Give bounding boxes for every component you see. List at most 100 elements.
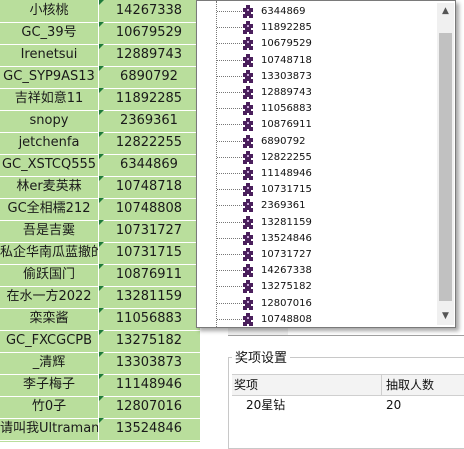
tree-item[interactable]: 10748808 [197,311,433,327]
name-cell[interactable]: 小核桃 [0,0,99,22]
id-cell[interactable]: 6890792 [99,66,199,88]
prize-cell[interactable]: 20星钻 [246,396,285,414]
id-cell[interactable]: 10876911 [99,264,199,286]
id-cell[interactable]: 10731715 [99,242,199,264]
puzzle-piece-icon [241,312,255,327]
tree-item-label: 13303873 [261,70,312,82]
id-cell[interactable]: 13275182 [99,330,199,352]
column-separator[interactable] [381,375,382,395]
name-cell[interactable]: 吉祥如意11 [0,88,99,110]
number-as-text-indicator-icon [99,110,104,115]
scroll-up-arrow-icon[interactable]: ▲ [437,3,454,20]
tree-item[interactable]: 2369361 [197,197,433,214]
number-as-text-indicator-icon [99,132,104,137]
name-cell[interactable]: 偷跃国门 [0,264,99,286]
tree-item[interactable]: 11056883 [197,100,433,117]
sheet-row: GC_FXCGCPB 13275182 [0,330,206,353]
tree-item[interactable]: 11148946 [197,165,433,182]
tree-connector [217,205,242,207]
sheet-row: GC_39号 10679529 [0,22,206,45]
tree-item[interactable]: 10876911 [197,116,433,133]
tree-item[interactable]: 12822255 [197,149,433,166]
id-cell[interactable]: 6344869 [99,154,199,176]
tree-item[interactable]: 11892285 [197,19,433,36]
tree-item[interactable]: 13524846 [197,230,433,247]
tree-item[interactable]: 6344869 [197,3,433,20]
tree-item-label: 10748808 [261,313,312,325]
count-cell[interactable]: 20 [386,396,401,414]
tree-connector [217,108,242,110]
tree-item[interactable]: 13275182 [197,278,433,295]
number-as-text-indicator-icon [99,22,104,27]
name-cell[interactable]: 请叫我Ultraman [0,418,99,440]
number-as-text-indicator-icon [99,396,104,401]
tree-item[interactable]: 12807016 [197,295,433,312]
tree-connector [217,173,242,174]
id-cell[interactable]: 12822255 [99,132,199,154]
sheet-row: 吾是吉霙 10731727 [0,220,206,243]
scrollbar-thumb[interactable] [439,33,452,301]
scroll-down-arrow-icon[interactable]: ▼ [437,308,454,325]
name-cell[interactable]: 栾栾酱 [0,308,99,330]
tree-item[interactable]: 10731715 [197,181,433,198]
name-cell[interactable]: GC_FXCGCPB [0,330,99,352]
name-cell[interactable]: 竹0子 [0,396,99,418]
name-cell[interactable]: jetchenfa [0,132,99,154]
tree-item[interactable]: 12889743 [197,84,433,101]
vertical-scrollbar[interactable]: ▲ ▼ [437,3,454,325]
tree-connector [217,254,242,255]
id-cell[interactable]: 11892285 [99,88,199,110]
tree-item[interactable]: 10731727 [197,246,433,263]
tree-item[interactable]: 10748718 [197,52,433,69]
dropdown-tree-list[interactable]: 6344869 11892285 10679529 10748718 13303873 1… [196,0,456,328]
name-cell[interactable]: GC_39号 [0,22,99,44]
id-cell[interactable]: 12889743 [99,44,199,66]
id-cell[interactable]: 14267338 [99,0,199,22]
name-cell[interactable]: 李子梅子 [0,374,99,396]
name-cell[interactable]: GC_SYP9AS13 [0,66,99,88]
number-as-text-indicator-icon [99,242,104,247]
count-column-header[interactable]: 抽取人数 [386,375,464,395]
tree-item-label: 10679529 [261,38,312,50]
id-cell[interactable]: 10731727 [99,220,199,242]
number-as-text-indicator-icon [99,198,104,203]
name-cell[interactable]: 吾是吉霙 [0,220,99,242]
tree-item[interactable]: 10679529 [197,35,433,52]
puzzle-piece-icon [241,117,255,132]
id-cell[interactable]: 10748808 [99,198,199,220]
tree-item[interactable]: 13281159 [197,214,433,231]
tree-connector [217,124,242,126]
puzzle-piece-icon [241,198,255,213]
tree-connector [217,237,242,239]
tree-item[interactable]: 14267338 [197,262,433,279]
number-as-text-indicator-icon [99,418,104,423]
tree-item-label: 10748718 [261,54,312,66]
prize-column-header[interactable]: 奖项 [234,375,384,395]
puzzle-piece-icon [241,101,255,116]
name-cell[interactable]: _清辉 [0,352,99,374]
name-cell[interactable]: snopy [0,110,99,132]
tree-view[interactable]: 6344869 11892285 10679529 10748718 13303873 1… [197,1,433,327]
name-cell[interactable]: Irenetsui [0,44,99,66]
id-cell[interactable]: 11056883 [99,308,199,330]
id-cell[interactable]: 13524846 [99,418,199,440]
tree-item[interactable]: 6890792 [197,133,433,150]
name-cell[interactable]: GC全相檽212 [0,198,99,220]
tree-connector [217,11,242,12]
tree-item[interactable]: 13303873 [197,68,433,85]
id-cell[interactable]: 2369361 [99,110,199,132]
id-cell[interactable]: 10748718 [99,176,199,198]
name-cell[interactable]: 在水一方2022 [0,286,99,308]
tree-item-label: 11892285 [261,22,312,34]
id-cell[interactable]: 13303873 [99,352,199,374]
name-cell[interactable]: 私企华南瓜蓝撤的 [0,242,99,264]
sheet-row: 偷跃国门 10876911 [0,264,206,287]
name-cell[interactable]: 林er麦英菻 [0,176,99,198]
id-cell[interactable]: 12807016 [99,396,199,418]
name-cell[interactable]: GC_XSTCQ555 [0,154,99,176]
number-as-text-indicator-icon [99,88,104,93]
id-cell[interactable]: 10679529 [99,22,199,44]
id-cell[interactable]: 11148946 [99,374,199,396]
id-cell[interactable]: 13281159 [99,286,199,308]
puzzle-piece-icon [241,279,255,294]
